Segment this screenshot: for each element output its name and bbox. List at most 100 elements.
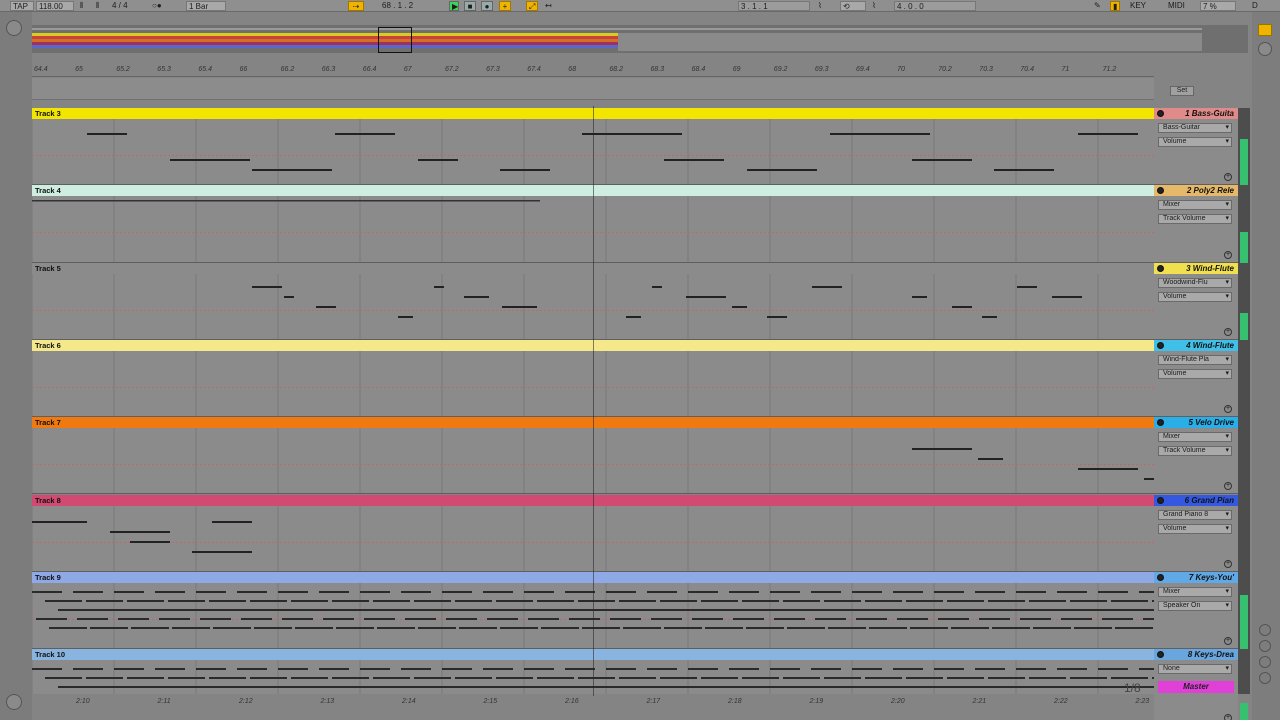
track-header[interactable]: 3 Wind-Flute Woodwind-Flu Volume + [1154,262,1238,340]
loop-length-field[interactable]: 4 . 0 . 0 [894,1,976,11]
ruler-label: 64.4 [34,66,48,73]
fold-toggle-icon[interactable] [1157,187,1164,195]
ruler-label: 65.3 [157,66,171,73]
fold-toggle-icon[interactable] [1157,651,1164,659]
arrangement-view-button[interactable] [1258,24,1272,36]
punch-out-icon[interactable]: ⌇ [870,1,888,11]
device-chooser[interactable]: Wind-Flute Pla [1158,354,1232,365]
add-lane-button[interactable]: + [1224,637,1232,646]
track-name[interactable]: 4 Wind-Flute [1154,339,1238,351]
live-arrangement-view: TAP 118.00 ⫴ ⫴ 4 / 4 ○● 1 Bar ⇢ 68 . 1 .… [0,0,1280,720]
returns-toggle-icon[interactable] [1259,656,1271,668]
tap-tempo-button[interactable]: TAP [10,1,34,11]
add-lane-button[interactable]: + [1224,250,1232,259]
parameter-chooser[interactable]: Volume [1158,137,1232,147]
mixer-toggle-icon[interactable] [1259,672,1271,684]
ruler-label: 67 [403,66,412,73]
key-map-switch[interactable]: ▮ [1110,1,1120,11]
parameter-chooser[interactable]: Volume [1158,523,1232,534]
device-chooser[interactable]: Grand Piano 8 [1158,509,1232,520]
follow-button[interactable]: ⇢ [348,1,364,11]
device-chooser[interactable]: Bass-Guitar [1158,123,1232,133]
track-name[interactable]: 5 Velo Drive [1154,417,1238,429]
ruler-label: 69.4 [856,66,870,73]
track-header[interactable]: 6 Grand Pian Grand Piano 8 Volume + [1154,494,1238,572]
loop-start-field[interactable]: 3 . 1 . 1 [738,1,810,11]
loop-switch-icon[interactable]: ⟲ [840,1,866,11]
device-chooser[interactable]: None [1158,664,1232,675]
key-map-button[interactable]: KEY [1128,1,1154,11]
time-ruler[interactable]: 2:10 2:11 2:12 2:13 2:14 2:15 2:16 2:17 2:18 2:19… [32,696,1154,708]
add-lane-button[interactable]: + [1224,482,1232,491]
play-button[interactable]: ▶ [449,1,459,11]
add-lane-button[interactable]: + [1224,714,1232,720]
session-view-button[interactable] [1258,42,1272,56]
device-chooser[interactable]: Mixer [1158,432,1232,443]
track-name[interactable]: 7 Keys-You' [1154,571,1238,583]
disk-overload-indicator: D [1252,1,1258,10]
track-name[interactable]: 2 Poly2 Rele [1154,185,1238,197]
overdub-button[interactable]: + [499,1,511,11]
add-lane-button[interactable]: + [1224,173,1232,182]
track-header[interactable]: 1 Bass-Guita Bass-Guitar Volume + [1154,108,1238,186]
fold-toggle-icon[interactable] [1157,110,1164,117]
track-header[interactable]: 4 Wind-Flute Wind-Flute Pla Volume + [1154,339,1238,418]
info-view-toggle-icon[interactable] [6,694,22,710]
locator-set-button[interactable]: Set [1170,86,1194,96]
track-name[interactable]: 6 Grand Pian [1154,494,1238,506]
parameter-chooser[interactable]: Track Volume [1158,446,1232,457]
ruler-label: 65.2 [116,66,130,73]
ruler-label: 66.2 [280,66,295,73]
device-chooser[interactable]: Mixer [1158,586,1232,597]
device-chooser[interactable]: Woodwind-Flu [1158,277,1232,288]
overview-viewport-box[interactable] [378,27,412,53]
fold-toggle-icon[interactable] [1157,573,1164,581]
ruler-label: 68.3 [650,66,665,73]
track-header[interactable]: 5 Velo Drive Mixer Track Volume + [1154,417,1238,495]
fold-toggle-icon[interactable] [1157,341,1164,349]
tempo-field[interactable]: 118.00 [36,1,74,11]
device-chooser[interactable]: Mixer [1158,200,1232,211]
fold-toggle-icon[interactable] [1157,264,1164,272]
time-label: 2:14 [402,698,416,705]
parameter-chooser[interactable]: Volume [1158,291,1232,302]
track-name[interactable]: 8 Keys-Drea [1154,649,1238,661]
fold-toggle-icon[interactable] [1157,419,1164,427]
add-lane-button[interactable]: + [1224,405,1232,414]
track-name[interactable]: 1 Bass-Guita [1154,108,1238,119]
right-strip [1252,12,1280,720]
midi-map-button[interactable]: MIDI [1166,1,1192,11]
beat-time-ruler[interactable]: 64.4 65 65.2 65.3 65.4 66 66.2 66.3 66.4 67 67.2 67… [32,64,1154,77]
io-toggle-icon[interactable] [1259,624,1271,636]
parameter-chooser[interactable]: Track Volume [1158,214,1232,225]
track-header[interactable]: 2 Poly2 Rele Mixer Track Volume + [1154,185,1238,263]
parameter-chooser[interactable]: Volume [1158,368,1232,379]
add-lane-button[interactable]: + [1224,327,1232,336]
arrangement-overview[interactable] [32,25,1248,53]
ruler-label: 66 [239,66,248,73]
back-to-arrangement-icon[interactable]: ↤ [543,1,555,11]
punch-in-icon[interactable]: ⌇ [816,1,834,11]
master-track-header[interactable]: Master [1158,681,1234,693]
metronome-icon[interactable]: ○● [150,1,170,11]
record-button[interactable]: ● [481,1,493,11]
ruler-label: 69.2 [773,66,788,73]
time-label: 2:12 [239,698,253,705]
scrub-area[interactable] [32,78,1154,100]
draw-mode-icon[interactable]: ✎ [1092,1,1106,11]
stop-button[interactable]: ■ [464,1,476,11]
nudge-down-icon[interactable]: ⫴ [78,1,90,11]
overview-toggle-icon[interactable] [6,20,22,36]
quantize-menu[interactable]: 1 Bar [186,1,226,11]
parameter-chooser[interactable]: Speaker On [1158,600,1232,611]
track-header[interactable]: 7 Keys-You' Mixer Speaker On + [1154,571,1238,650]
track-name[interactable]: 3 Wind-Flute [1154,262,1238,274]
ruler-label: 71 [1061,66,1070,73]
time-signature-field[interactable]: 4 / 4 [110,1,148,11]
fold-toggle-icon[interactable] [1157,496,1164,504]
song-position-field[interactable]: 68 . 1 . 2 [380,1,450,11]
automation-arm-button[interactable]: ⤢ [526,1,538,11]
nudge-up-icon[interactable]: ⫴ [94,1,106,11]
add-lane-button[interactable]: + [1224,559,1232,568]
sends-toggle-icon[interactable] [1259,640,1271,652]
